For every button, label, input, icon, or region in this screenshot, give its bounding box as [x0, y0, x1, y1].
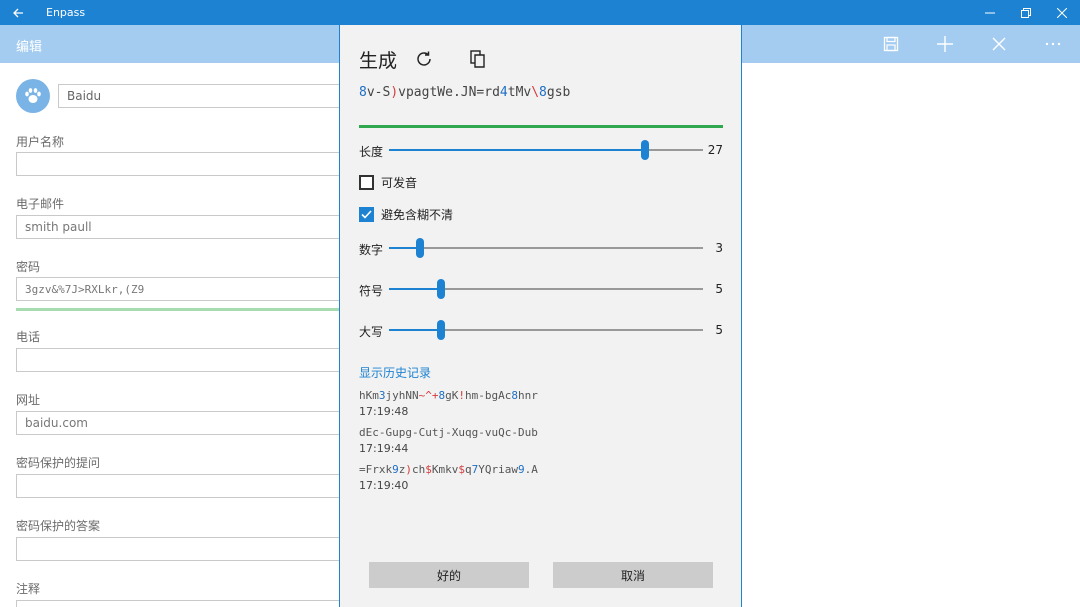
- cancel-icon[interactable]: [972, 25, 1026, 63]
- uppercase-label: 大写: [359, 325, 384, 339]
- strength-meter: [359, 125, 723, 128]
- email-label: 电子邮件: [16, 197, 65, 211]
- phone-input[interactable]: [16, 348, 356, 372]
- avatar[interactable]: [16, 79, 50, 113]
- symbols-slider-thumb[interactable]: [436, 279, 445, 299]
- command-actions: [864, 25, 1080, 63]
- symbols-value: 5: [715, 282, 723, 296]
- avoid-ambiguous-label: 避免含糊不清: [381, 207, 454, 222]
- history-password-1[interactable]: hKm3jyhNN~^+8gK!hm-bgAc8hnr: [359, 389, 538, 402]
- username-label: 用户名称: [16, 135, 65, 149]
- uppercase-slider-row: 大写 5: [359, 320, 729, 340]
- back-arrow-icon[interactable]: [0, 0, 36, 25]
- digits-value: 3: [715, 241, 723, 255]
- app-title: Enpass: [46, 6, 86, 19]
- history-time-3: 17:19:40: [359, 479, 409, 492]
- phone-label: 电话: [16, 330, 41, 344]
- email-input[interactable]: smith paull: [16, 215, 356, 239]
- avoid-ambiguous-option[interactable]: 避免含糊不清: [359, 205, 453, 223]
- refresh-icon[interactable]: [414, 49, 434, 69]
- item-name-input[interactable]: Baidu: [58, 84, 358, 108]
- symbols-slider[interactable]: [389, 279, 703, 299]
- cancel-button[interactable]: 取消: [553, 562, 713, 588]
- url-input[interactable]: baidu.com: [16, 411, 356, 435]
- security-answer-label: 密码保护的答案: [16, 519, 101, 533]
- checkmark-icon: [361, 209, 372, 219]
- history-password-3[interactable]: =Frxk9z)ch$Kmkv$q7YQriaw9.A: [359, 463, 538, 476]
- digits-label: 数字: [359, 243, 384, 257]
- password-input[interactable]: 3gzv&%7J>RXLkr,(Z9: [16, 277, 356, 301]
- symbols-slider-row: 符号 5: [359, 279, 729, 299]
- security-question-input[interactable]: [16, 474, 356, 498]
- url-label: 网址: [16, 393, 41, 407]
- show-history-link[interactable]: 显示历史记录: [359, 364, 431, 381]
- avoid-ambiguous-checkbox[interactable]: [359, 206, 374, 222]
- password-strength-bar: [16, 308, 346, 311]
- security-answer-input[interactable]: [16, 537, 356, 561]
- page-title: 编辑: [16, 40, 43, 55]
- username-input[interactable]: [16, 152, 356, 176]
- digits-slider-thumb[interactable]: [416, 238, 425, 258]
- notes-label: 注释: [16, 582, 41, 596]
- length-slider-row: 长度 27: [359, 140, 729, 160]
- generated-password[interactable]: 8v-S)vpagtWe.JN=rd4tMv\8gsb: [359, 85, 570, 100]
- notes-input[interactable]: [16, 600, 356, 607]
- uppercase-value: 5: [715, 323, 723, 337]
- history-password-2[interactable]: dEc-Gupg-Cutj-Xuqg-vuQc-Dub: [359, 426, 538, 439]
- copy-icon[interactable]: [468, 49, 488, 69]
- more-icon[interactable]: [1026, 25, 1080, 63]
- ok-button[interactable]: 好的: [369, 562, 529, 588]
- length-value: 27: [707, 143, 723, 157]
- close-window-icon[interactable]: [1044, 0, 1080, 25]
- password-generator-dialog: 生成 8v-S)vpagtWe.JN=rd4tMv\8gsb 长度 27 可发音…: [339, 25, 742, 607]
- window-controls: [972, 0, 1080, 25]
- pronounceable-option[interactable]: 可发音: [359, 173, 417, 191]
- pronounceable-checkbox[interactable]: [359, 174, 374, 190]
- edit-form: Baidu 用户名称 电子邮件 smith paull 密码 3gzv&%7J>…: [0, 63, 358, 607]
- restore-icon[interactable]: [1008, 0, 1044, 25]
- length-label: 长度: [359, 145, 384, 159]
- dialog-title: 生成: [359, 50, 398, 72]
- pronounceable-label: 可发音: [381, 175, 418, 190]
- digits-slider[interactable]: [389, 238, 703, 258]
- uppercase-slider[interactable]: [389, 320, 703, 340]
- digits-slider-row: 数字 3: [359, 238, 729, 258]
- add-icon[interactable]: [918, 25, 972, 63]
- title-bar: Enpass: [0, 0, 1080, 25]
- history-time-1: 17:19:48: [359, 405, 409, 418]
- uppercase-slider-thumb[interactable]: [436, 320, 445, 340]
- minimize-icon[interactable]: [972, 0, 1008, 25]
- length-slider-thumb[interactable]: [640, 140, 649, 160]
- history-time-2: 17:19:44: [359, 442, 409, 455]
- save-icon[interactable]: [864, 25, 918, 63]
- length-slider[interactable]: [389, 140, 703, 160]
- symbols-label: 符号: [359, 284, 384, 298]
- paw-icon: [25, 88, 41, 103]
- security-question-label: 密码保护的提问: [16, 456, 101, 470]
- password-label: 密码: [16, 260, 41, 274]
